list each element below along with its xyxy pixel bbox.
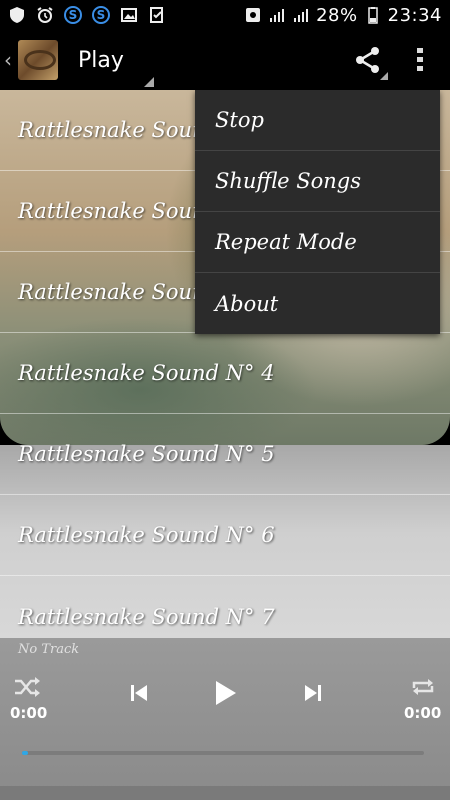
share-icon — [356, 47, 379, 73]
track-title: Rattlesnake Sound N° 4 — [18, 361, 275, 385]
bottom-strip — [0, 786, 450, 800]
previous-button[interactable] — [122, 678, 156, 708]
list-item[interactable]: Rattlesnake Sound N° 6 — [0, 495, 450, 576]
share-button[interactable] — [346, 38, 390, 82]
signal-icon-2 — [294, 9, 309, 22]
menu-item-label: Stop — [215, 108, 264, 132]
back-caret-icon[interactable]: ‹ — [4, 48, 16, 72]
alarm-clock-icon — [37, 7, 53, 23]
image-icon — [121, 8, 137, 22]
status-notifications: S S — [8, 6, 166, 24]
page-title: Play — [78, 47, 124, 73]
shuffle-icon — [15, 677, 40, 697]
shield-icon — [10, 7, 24, 23]
battery-icon — [367, 7, 378, 24]
menu-item-label: Shuffle Songs — [215, 169, 362, 193]
overflow-menu-button[interactable] — [390, 38, 450, 82]
track-title: Rattlesnake Sound N° 7 — [18, 604, 275, 629]
menu-item-stop[interactable]: Stop — [195, 90, 440, 151]
play-button[interactable] — [205, 674, 245, 712]
s-app-icon: S — [64, 6, 82, 24]
list-item[interactable]: Rattlesnake Sound N° 4 — [0, 333, 450, 414]
track-title: Rattlesnake Sound N° 5 — [18, 442, 275, 466]
status-bar: S S 28% 23:34 — [0, 0, 450, 30]
repeat-button[interactable] — [406, 674, 440, 700]
next-button[interactable] — [296, 678, 330, 708]
menu-item-label: About — [215, 291, 279, 316]
duration-time: 0:00 — [404, 704, 442, 722]
clock: 23:34 — [387, 4, 442, 26]
s-app-icon-2: S — [92, 6, 110, 24]
overflow-dots-icon — [417, 48, 423, 71]
elapsed-time: 0:00 — [10, 704, 48, 722]
menu-item-about[interactable]: About — [195, 273, 440, 334]
seek-bar[interactable] — [22, 751, 424, 755]
menu-item-repeat[interactable]: Repeat Mode — [195, 212, 440, 273]
sync-icon — [246, 8, 261, 22]
skip-previous-icon — [131, 685, 147, 701]
clipboard-check-icon — [150, 7, 163, 23]
app-logo-icon[interactable] — [18, 40, 58, 80]
menu-item-shuffle[interactable]: Shuffle Songs — [195, 151, 440, 212]
seek-progress — [22, 751, 28, 755]
overflow-menu: Stop Shuffle Songs Repeat Mode About — [195, 90, 440, 334]
now-playing-label: No Track — [18, 642, 80, 657]
status-system: 28% 23:34 — [244, 5, 442, 26]
player-bar: No Track 0:00 0:00 — [0, 638, 450, 800]
action-bar-title-spinner[interactable]: Play — [58, 47, 154, 87]
spinner-corner-icon — [143, 76, 154, 87]
share-corner-icon — [380, 72, 388, 80]
track-title: Rattlesnake Sound N° 6 — [18, 523, 275, 547]
signal-icon — [270, 9, 285, 22]
repeat-icon — [412, 679, 434, 695]
action-bar: ‹ Play — [0, 30, 450, 90]
menu-item-label: Repeat Mode — [215, 230, 357, 254]
play-icon — [216, 681, 236, 705]
svg-text:S: S — [97, 8, 106, 22]
shuffle-button[interactable] — [10, 674, 44, 700]
list-item[interactable]: Rattlesnake Sound N° 5 — [0, 414, 450, 495]
svg-text:S: S — [69, 8, 78, 22]
skip-next-icon — [305, 685, 321, 701]
battery-percent: 28% — [316, 4, 358, 26]
